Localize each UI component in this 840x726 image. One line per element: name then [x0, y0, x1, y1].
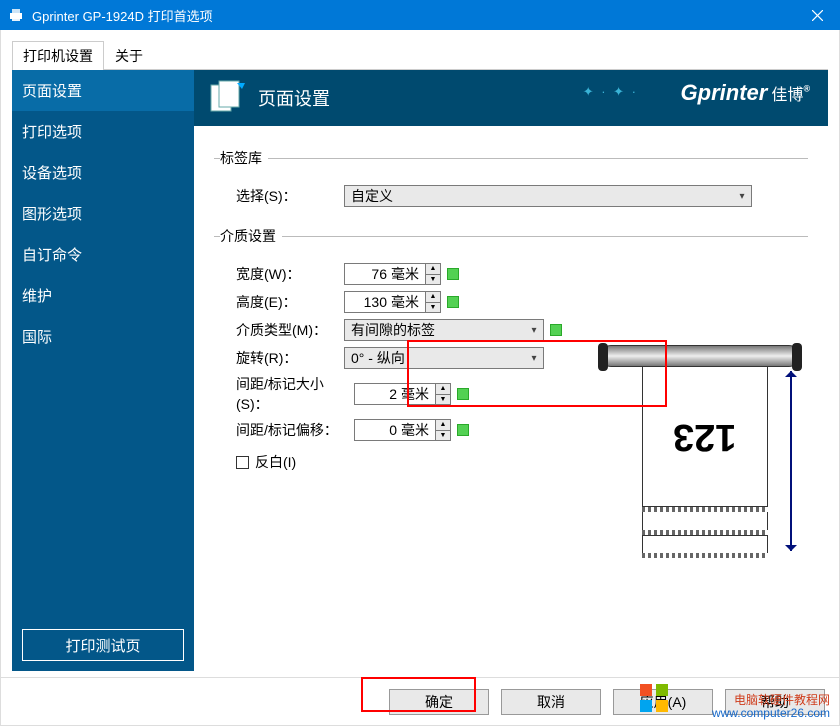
label-media-type: 介质类型(M)： — [222, 320, 344, 340]
reverse-checkbox[interactable] — [236, 456, 249, 469]
status-indicator — [447, 268, 459, 280]
gap-offset-input[interactable] — [355, 420, 401, 440]
rotate-combo[interactable]: 0° - 纵向 ▾ — [344, 347, 544, 369]
spin-down-icon[interactable]: ▼ — [436, 395, 450, 405]
spin-down-icon[interactable]: ▼ — [426, 303, 440, 313]
legend-media-settings: 介质设置 — [220, 226, 282, 246]
decorative-sparkle: ✦ · ✦ · — [583, 84, 638, 100]
panel-header: 页面设置 ✦ · ✦ · Gprinter 佳博® — [194, 70, 828, 126]
sidebar-item-print-options[interactable]: 打印选项 — [12, 111, 194, 152]
window-title: Gprinter GP-1924D 打印首选项 — [32, 6, 794, 25]
sidebar-item-device-options[interactable]: 设备选项 — [12, 152, 194, 193]
width-spinner[interactable]: 毫米 ▲▼ — [344, 263, 441, 285]
media-type-combo[interactable]: 有间隙的标签 ▾ — [344, 319, 544, 341]
print-test-page-button[interactable]: 打印测试页 — [22, 629, 184, 661]
cancel-button[interactable]: 取消 — [501, 689, 601, 715]
label-rotate: 旋转(R)： — [222, 348, 344, 368]
tear-line — [642, 553, 768, 558]
sidebar-item-graphics-options[interactable]: 图形选项 — [12, 193, 194, 234]
spin-down-icon[interactable]: ▼ — [426, 275, 440, 285]
watermark: 电脑软硬件教程网 www.computer26.com — [712, 691, 830, 720]
spin-up-icon[interactable]: ▲ — [436, 384, 450, 395]
status-indicator — [550, 324, 562, 336]
close-button[interactable] — [794, 0, 840, 30]
fieldset-label-stock: 标签库 选择(S)： 自定义 ▾ — [214, 148, 808, 212]
status-indicator — [447, 296, 459, 308]
chevron-down-icon: ▾ — [733, 191, 751, 202]
label-graphic: 123 — [642, 365, 768, 507]
gap-offset-spinner[interactable]: 毫米 ▲▼ — [354, 419, 451, 441]
chevron-down-icon: ▾ — [525, 325, 543, 336]
label-preview: 123 — [600, 345, 810, 555]
label-gap-offset: 间距/标记偏移： — [222, 420, 354, 440]
status-indicator — [457, 388, 469, 400]
roll-graphic — [600, 345, 800, 367]
gap-size-input[interactable] — [355, 384, 401, 404]
label-gap-size: 间距/标记大小(S)： — [222, 374, 354, 414]
next-label-graphic — [642, 535, 768, 553]
windows-logo-icon — [640, 684, 668, 712]
tab-about[interactable]: 关于 — [104, 41, 154, 70]
label-reverse: 反白(I) — [255, 452, 296, 472]
sidebar-item-international[interactable]: 国际 — [12, 316, 194, 357]
select-stock-combo[interactable]: 自定义 ▾ — [344, 185, 752, 207]
height-arrow-icon — [790, 371, 792, 551]
sidebar-item-page-setup[interactable]: 页面设置 — [12, 70, 194, 111]
label-height: 高度(E)： — [222, 292, 344, 312]
spin-up-icon[interactable]: ▲ — [426, 292, 440, 303]
spin-down-icon[interactable]: ▼ — [436, 431, 450, 441]
label-select: 选择(S)： — [222, 186, 344, 206]
label-width: 宽度(W)： — [222, 264, 344, 284]
legend-label-stock: 标签库 — [220, 148, 268, 168]
gap-size-spinner[interactable]: 毫米 ▲▼ — [354, 383, 451, 405]
height-input[interactable] — [345, 292, 391, 312]
page-setup-icon — [208, 78, 248, 118]
spin-up-icon[interactable]: ▲ — [436, 420, 450, 431]
chevron-down-icon: ▾ — [525, 353, 543, 364]
ok-button[interactable]: 确定 — [389, 689, 489, 715]
spin-up-icon[interactable]: ▲ — [426, 264, 440, 275]
brand-logo: Gprinter 佳博® — [681, 80, 810, 106]
sidebar-item-custom-commands[interactable]: 自订命令 — [12, 234, 194, 275]
printer-icon — [8, 7, 24, 23]
status-indicator — [457, 424, 469, 436]
width-input[interactable] — [345, 264, 391, 284]
gap-graphic — [642, 512, 768, 530]
tab-printer-settings[interactable]: 打印机设置 — [12, 41, 104, 70]
title-bar: Gprinter GP-1924D 打印首选项 — [0, 0, 840, 30]
sidebar-item-maintenance[interactable]: 维护 — [12, 275, 194, 316]
tab-strip: 打印机设置 关于 — [12, 41, 828, 70]
panel-title: 页面设置 — [258, 85, 330, 111]
sidebar: 页面设置 打印选项 设备选项 图形选项 自订命令 维护 国际 打印测试页 — [12, 70, 194, 671]
height-spinner[interactable]: 毫米 ▲▼ — [344, 291, 441, 313]
